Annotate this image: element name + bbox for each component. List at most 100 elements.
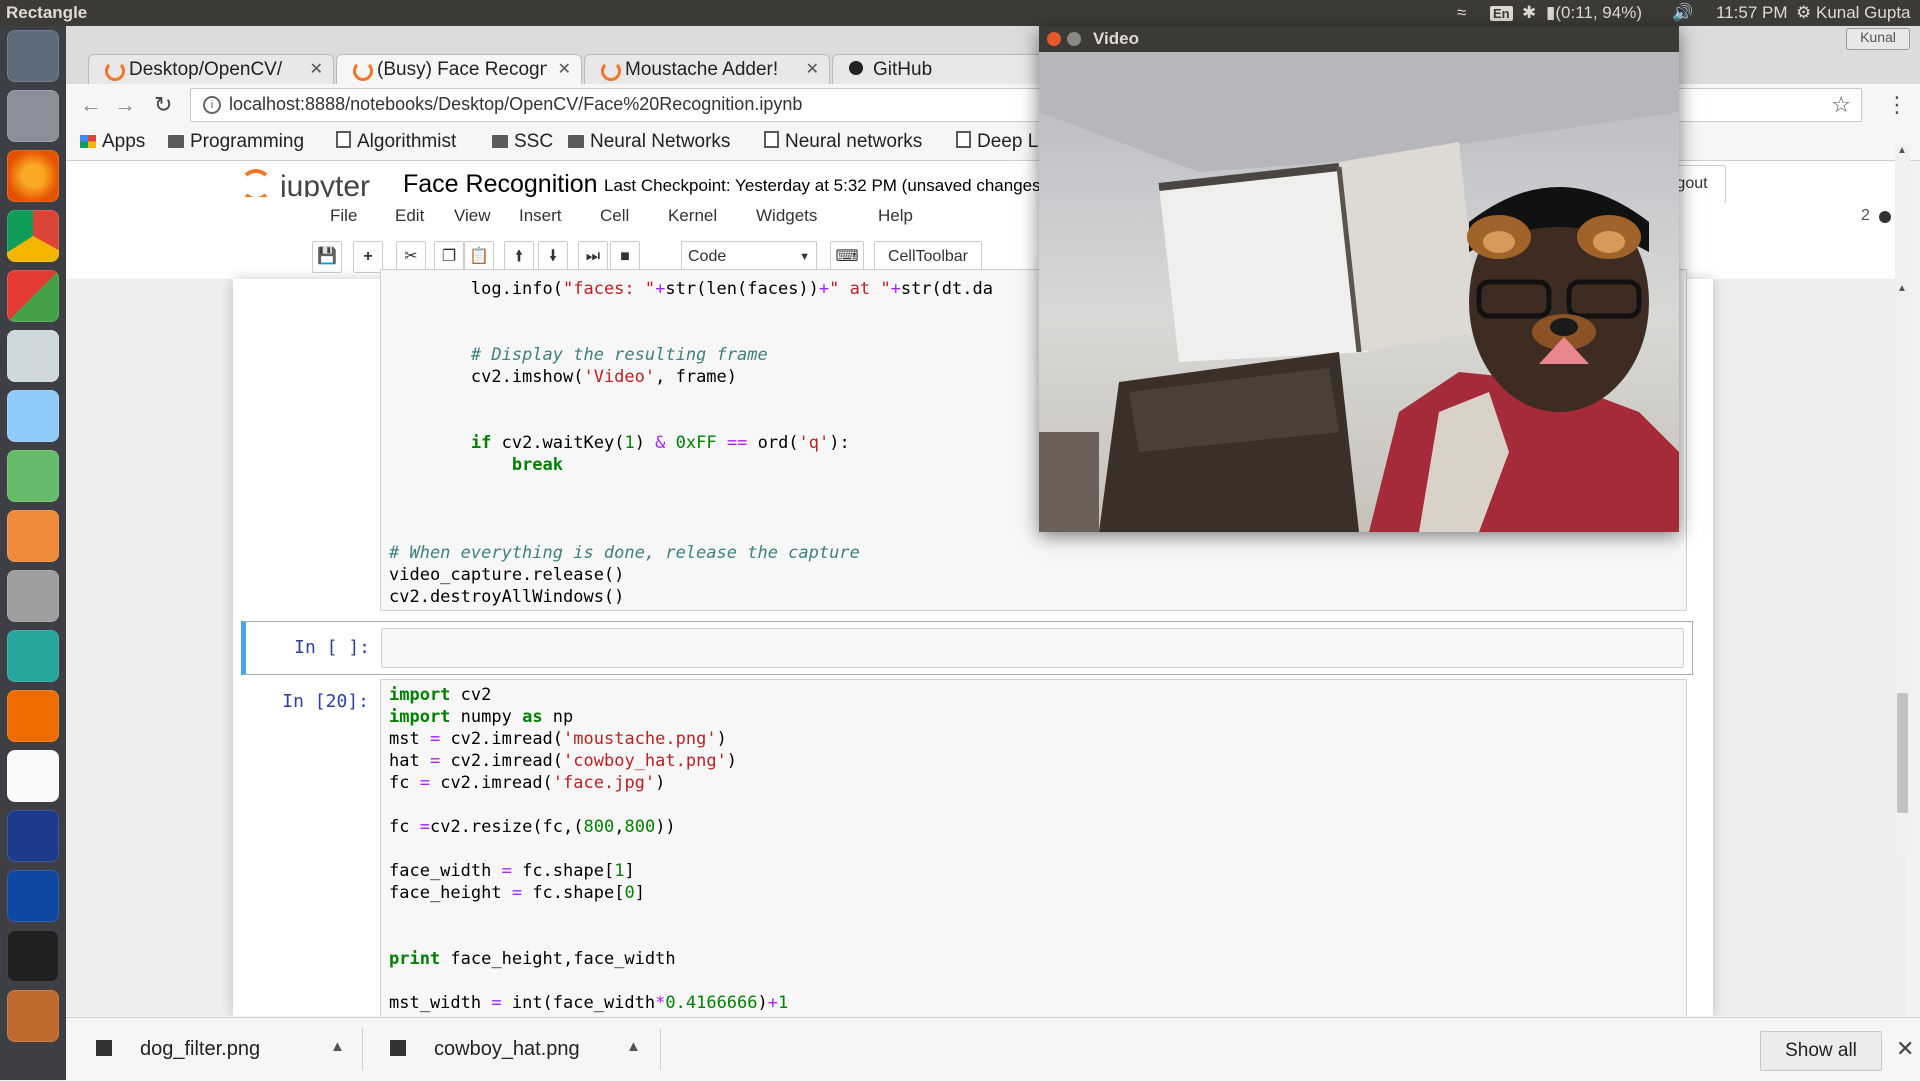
bookmark-label: Neural Networks bbox=[590, 131, 731, 152]
cell-type-value: Code bbox=[688, 248, 727, 265]
bookmark-deep-learning[interactable]: Deep L bbox=[956, 131, 1038, 153]
code-text: import cv2 import numpy as np mst = cv2.… bbox=[389, 685, 789, 1013]
menu-insert[interactable]: Insert bbox=[519, 206, 562, 226]
active-app-title: Rectangle bbox=[6, 3, 88, 22]
show-all-button[interactable]: Show all bbox=[1760, 1031, 1882, 1071]
menu-file[interactable]: File bbox=[330, 206, 357, 226]
checkpoint-status: Last Checkpoint: Yesterday at 5:32 PM (u… bbox=[604, 176, 1041, 195]
presentation-icon[interactable] bbox=[7, 510, 59, 562]
scroll-thumb[interactable] bbox=[1897, 693, 1908, 813]
bookmark-algorithmist[interactable]: Algorithmist bbox=[336, 131, 456, 153]
battery-label: (0:11, 94%) bbox=[1555, 3, 1642, 22]
clock[interactable]: 11:57 PM bbox=[1716, 3, 1788, 23]
close-icon[interactable]: ✕ bbox=[806, 59, 819, 79]
tab-face-recognition[interactable]: (Busy) Face Recogn ✕ bbox=[336, 54, 582, 85]
video-window-title: Video bbox=[1093, 29, 1139, 48]
tab-label: (Busy) Face Recogn bbox=[377, 59, 547, 80]
menu-edit[interactable]: Edit bbox=[395, 206, 424, 226]
user-menu[interactable]: ⚙ Kunal Gupta bbox=[1796, 3, 1911, 23]
file-icon bbox=[96, 1040, 112, 1056]
spreadsheet-icon[interactable] bbox=[7, 450, 59, 502]
close-icon[interactable]: ✕ bbox=[310, 59, 323, 79]
info-icon[interactable]: i bbox=[203, 96, 221, 114]
system-monitor-icon[interactable] bbox=[7, 330, 59, 382]
code-editor[interactable]: import cv2 import numpy as np mst = cv2.… bbox=[380, 679, 1687, 1016]
shelf-divider bbox=[362, 1028, 363, 1070]
bookmark-star-icon[interactable]: ☆ bbox=[1831, 92, 1851, 118]
files-icon[interactable] bbox=[7, 90, 59, 142]
volume-icon[interactable]: 🔊 bbox=[1672, 3, 1693, 23]
ceiling bbox=[1039, 52, 1679, 172]
top-panel: Rectangle ≈ En ✱ ▮(0:11, 94%) 🔊 11:57 PM… bbox=[0, 0, 1920, 26]
tab-desktop-opencv[interactable]: Desktop/OpenCV/ ✕ bbox=[88, 54, 334, 85]
reload-icon[interactable]: ↻ bbox=[154, 92, 172, 118]
add-cell-icon[interactable]: + bbox=[353, 241, 383, 273]
menu-widgets[interactable]: Widgets bbox=[756, 206, 817, 226]
terminal-icon[interactable] bbox=[7, 930, 59, 982]
close-icon[interactable] bbox=[1047, 32, 1061, 46]
bookmark-neural-networks-folder[interactable]: Neural Networks bbox=[568, 131, 730, 153]
chevron-up-icon[interactable]: ▲ bbox=[330, 1038, 345, 1055]
chrome-icon[interactable] bbox=[7, 210, 59, 262]
cell-prompt: In [ ]: bbox=[294, 637, 370, 658]
kdenlive-icon[interactable] bbox=[7, 810, 59, 862]
bookmark-label: Deep L bbox=[977, 131, 1039, 152]
download-item[interactable]: dog_filter.png bbox=[96, 1038, 260, 1061]
save-icon[interactable]: 💾 bbox=[312, 241, 342, 273]
webcam-scene bbox=[1039, 52, 1679, 532]
settings-icon[interactable] bbox=[7, 570, 59, 622]
tab-github[interactable]: GitHub bbox=[832, 54, 1044, 85]
image-viewer-icon[interactable] bbox=[7, 390, 59, 442]
forward-arrow-icon[interactable]: → bbox=[114, 92, 136, 118]
bookmark-ssc[interactable]: SSC bbox=[492, 131, 553, 153]
video-window-titlebar[interactable]: Video bbox=[1039, 26, 1679, 52]
firefox-icon[interactable] bbox=[7, 150, 59, 202]
scroll-up-icon[interactable]: ▲ bbox=[1897, 283, 1907, 294]
profile-badge[interactable]: Kunal bbox=[1846, 28, 1910, 50]
right-wall bbox=[1339, 142, 1479, 352]
keyboard-layout[interactable]: En bbox=[1490, 3, 1513, 23]
close-icon[interactable]: ✕ bbox=[1896, 1036, 1914, 1062]
app-grid-icon[interactable] bbox=[7, 270, 59, 322]
close-icon[interactable]: ✕ bbox=[558, 59, 571, 79]
back-arrow-icon[interactable]: ← bbox=[80, 92, 102, 118]
battery-indicator[interactable]: ▮(0:11, 94%) bbox=[1546, 3, 1642, 23]
bookmark-apps[interactable]: Apps bbox=[80, 131, 145, 153]
audacity-icon[interactable] bbox=[7, 870, 59, 922]
download-item[interactable]: cowboy_hat.png bbox=[390, 1038, 580, 1061]
page-scrollbar[interactable]: ▲ ▲ bbox=[1895, 145, 1910, 855]
notebook-title[interactable]: Face Recognition bbox=[403, 170, 598, 199]
download-shelf: dog_filter.png ▲ cowboy_hat.png ▲ Show a… bbox=[66, 1017, 1920, 1081]
file-icon bbox=[390, 1040, 406, 1056]
bluetooth-icon[interactable]: ✱ bbox=[1522, 3, 1536, 23]
amazon-icon[interactable] bbox=[7, 750, 59, 802]
code-editor[interactable] bbox=[381, 628, 1684, 668]
menu-help[interactable]: Help bbox=[878, 206, 913, 226]
github-icon bbox=[849, 61, 863, 75]
menu-view[interactable]: View bbox=[454, 206, 491, 226]
cell-type-select[interactable]: Code ▼ bbox=[681, 241, 817, 271]
bookmark-neural-networks-page[interactable]: Neural networks bbox=[764, 131, 922, 153]
software-center-icon[interactable] bbox=[7, 690, 59, 742]
code-cell-selected[interactable]: In [ ]: bbox=[241, 621, 1693, 675]
menu-dots-icon[interactable]: ⋮ bbox=[1886, 92, 1908, 118]
code-cell[interactable]: In [20]: import cv2 import numpy as np m… bbox=[245, 679, 1695, 1016]
video-window[interactable]: Video bbox=[1039, 26, 1679, 532]
bookmark-programming[interactable]: Programming bbox=[168, 131, 304, 153]
minimize-icon[interactable] bbox=[1067, 32, 1081, 46]
tab-moustache-adder[interactable]: Moustache Adder! ✕ bbox=[584, 54, 830, 85]
bookmark-label: SSC bbox=[514, 131, 554, 152]
atom-icon[interactable] bbox=[7, 630, 59, 682]
shelf-divider bbox=[660, 1028, 661, 1070]
dash-icon[interactable] bbox=[7, 30, 59, 82]
jupyter-favicon-icon bbox=[105, 61, 125, 81]
wifi-icon[interactable]: ≈ bbox=[1457, 3, 1466, 23]
launcher bbox=[0, 26, 66, 1080]
page-icon bbox=[336, 131, 351, 148]
menu-cell[interactable]: Cell bbox=[600, 206, 629, 226]
scroll-up-icon[interactable]: ▲ bbox=[1897, 145, 1907, 156]
archive-icon[interactable] bbox=[7, 990, 59, 1042]
dog-ear-left-inner bbox=[1483, 231, 1515, 253]
menu-kernel[interactable]: Kernel bbox=[668, 206, 717, 226]
chevron-up-icon[interactable]: ▲ bbox=[626, 1038, 641, 1055]
